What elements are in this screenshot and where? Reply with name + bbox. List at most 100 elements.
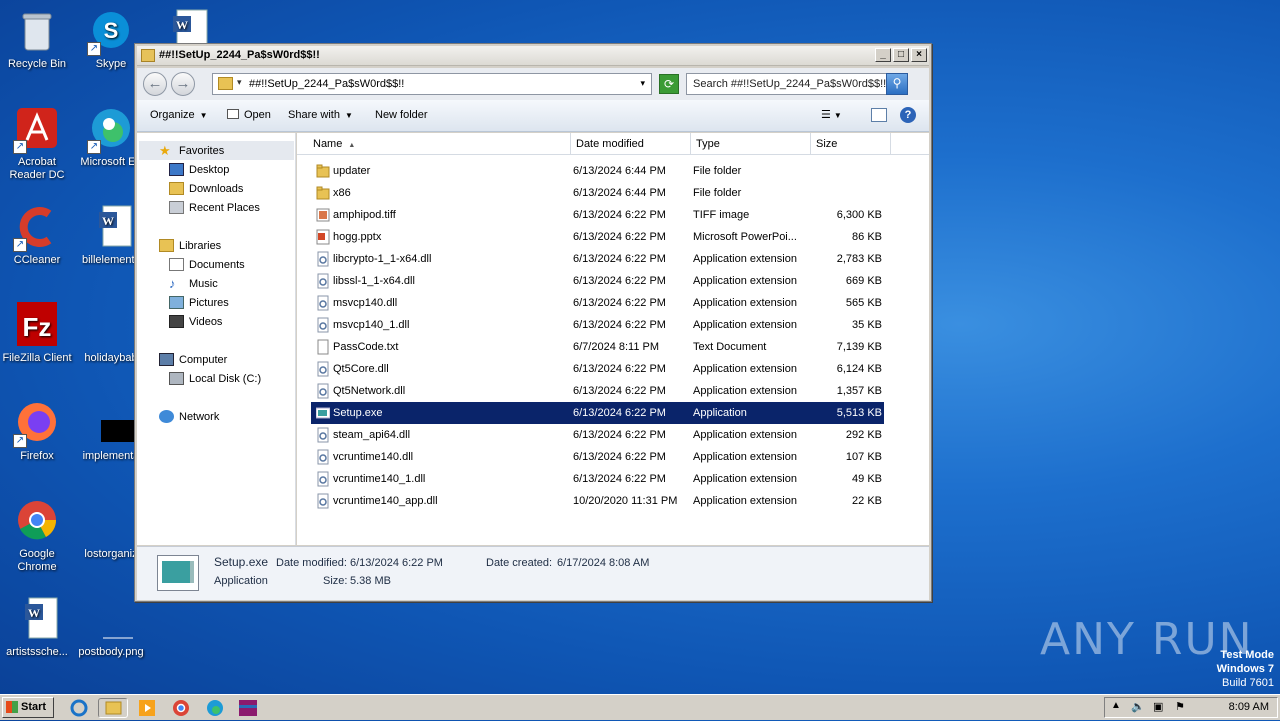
nav-local-disk[interactable]: Local Disk (C:) — [169, 372, 261, 385]
nav-videos[interactable]: Videos — [169, 315, 222, 328]
explorer-window: ##!!SetUp_2244_Pa$sW0rd$$!! _ □ × ← → ▾ … — [134, 43, 932, 602]
title-bar[interactable]: ##!!SetUp_2244_Pa$sW0rd$$!! _ □ × — [137, 46, 929, 66]
file-row[interactable]: steam_api64.dll 6/13/2024 6:22 PM Applicat… — [311, 424, 884, 446]
file-type: Application extension — [693, 473, 797, 485]
nav-libraries[interactable]: Libraries — [159, 239, 221, 252]
test-mode-watermark: Test Mode Windows 7 Build 7601 — [1216, 649, 1274, 689]
nav-recent-places[interactable]: Recent Places — [169, 201, 260, 214]
refresh-button[interactable]: ⟳ — [659, 74, 679, 94]
firefox-icon[interactable]: ↗ Firefox — [0, 400, 74, 463]
address-dropdown-icon[interactable]: ▾ — [640, 78, 645, 89]
word-doc-icon[interactable]: W artistssche... — [0, 596, 74, 659]
share-with-button[interactable]: Share with ▼ — [288, 109, 353, 121]
file-row[interactable]: msvcp140.dll 6/13/2024 6:22 PM Application… — [311, 292, 884, 314]
file-row[interactable]: amphipod.tiff 6/13/2024 6:22 PM TIFF image… — [311, 204, 884, 226]
file-row[interactable]: libcrypto-1_1-x64.dll 6/13/2024 6:22 PM Ap… — [311, 248, 884, 270]
dll-file-icon — [316, 317, 330, 333]
address-input[interactable]: ▾ ##!!SetUp_2244_Pa$sW0rd$$!! ▾ — [212, 73, 652, 95]
details-size-value: 5.38 MB — [350, 575, 391, 587]
view-options-icon[interactable]: ☰ ▼ — [821, 108, 842, 121]
nav-music[interactable]: ♪ Music — [169, 277, 218, 290]
clock[interactable]: 8:09 AM — [1229, 701, 1269, 713]
search-placeholder: Search ##!!SetUp_2244_Pa$sW0rd$$!! — [693, 78, 887, 90]
start-button[interactable]: Start — [2, 697, 54, 718]
google-chrome-icon[interactable]: Google Chrome — [0, 498, 74, 574]
nav-network[interactable]: Network — [159, 410, 219, 423]
file-date-modified: 6/13/2024 6:22 PM — [573, 385, 666, 397]
organize-button[interactable]: Organize ▼ — [150, 109, 208, 121]
search-icon[interactable]: ⚲ — [886, 73, 908, 95]
file-date-modified: 6/13/2024 6:22 PM — [573, 209, 666, 221]
volume-icon[interactable]: 🔈 — [1131, 700, 1145, 713]
file-row[interactable]: x86 6/13/2024 6:44 PM File folder — [311, 182, 884, 204]
column-name[interactable]: Name ▲ — [297, 133, 571, 155]
chevron-down-icon[interactable]: ▾ — [237, 77, 242, 88]
help-icon[interactable]: ? — [900, 107, 916, 123]
ccleaner-icon[interactable]: ↗ CCleaner — [0, 204, 74, 267]
forward-button[interactable]: → — [171, 72, 195, 96]
file-row[interactable]: updater 6/13/2024 6:44 PM File folder — [311, 160, 884, 182]
file-row[interactable]: Setup.exe 6/13/2024 6:22 PM Application 5,5… — [311, 402, 884, 424]
nav-pictures[interactable]: Pictures — [169, 296, 229, 309]
file-row[interactable]: Qt5Core.dll 6/13/2024 6:22 PM Application … — [311, 358, 884, 380]
file-row[interactable]: msvcp140_1.dll 6/13/2024 6:22 PM Applicati… — [311, 314, 884, 336]
explorer-taskbar-icon[interactable] — [98, 698, 128, 718]
column-type[interactable]: Type — [691, 133, 811, 155]
windows-logo-icon — [6, 701, 18, 713]
file-type: Application extension — [693, 429, 797, 441]
folder-icon — [218, 77, 233, 90]
file-row[interactable]: Qt5Network.dll 6/13/2024 6:22 PM Applicati… — [311, 380, 884, 402]
nav-favorites[interactable]: ★ Favorites — [159, 144, 224, 157]
winrar-icon[interactable] — [236, 698, 258, 718]
file-row[interactable]: vcruntime140.dll 6/13/2024 6:22 PM Applica… — [311, 446, 884, 468]
recycle-bin-icon[interactable]: Recycle Bin — [0, 8, 74, 71]
details-created-value: 6/17/2024 8:08 AM — [557, 557, 650, 569]
file-row[interactable]: PassCode.txt 6/7/2024 8:11 PM Text Documen… — [311, 336, 884, 358]
new-folder-button[interactable]: New folder — [375, 109, 428, 121]
png-file-icon[interactable]: postbody.png — [74, 596, 148, 659]
network-tray-icon[interactable]: ▣ — [1153, 700, 1163, 713]
dll-file-icon — [316, 273, 330, 289]
file-row[interactable]: vcruntime140_1.dll 6/13/2024 6:22 PM Appli… — [311, 468, 884, 490]
column-size[interactable]: Size — [811, 133, 891, 155]
file-row[interactable]: libssl-1_1-x64.dll 6/13/2024 6:22 PM Appli… — [311, 270, 884, 292]
file-row[interactable]: vcruntime140_app.dll 10/20/2020 11:31 PM A… — [311, 490, 884, 512]
nav-documents[interactable]: Documents — [169, 258, 245, 271]
file-type: TIFF image — [693, 209, 750, 221]
svg-text:W: W — [28, 606, 40, 620]
file-row[interactable]: hogg.pptx 6/13/2024 6:22 PM Microsoft Powe… — [311, 226, 884, 248]
acrobat-reader-icon[interactable]: ↗ Acrobat Reader DC — [0, 106, 74, 182]
music-icon: ♪ — [169, 276, 176, 291]
file-name: Qt5Core.dll — [333, 363, 389, 375]
details-modified-label: Date modified: — [276, 557, 347, 569]
file-name: vcruntime140.dll — [333, 451, 414, 463]
maximize-button[interactable]: □ — [893, 48, 909, 62]
filezilla-icon[interactable]: Fz FileZilla Client — [0, 302, 74, 365]
nav-computer[interactable]: Computer — [159, 353, 227, 366]
svg-text:S: S — [104, 18, 119, 43]
file-type: Application extension — [693, 297, 797, 309]
back-button[interactable]: ← — [143, 72, 167, 96]
nav-downloads[interactable]: Downloads — [169, 182, 243, 195]
action-center-flag-icon[interactable]: ⚑ — [1175, 700, 1185, 713]
internet-explorer-icon[interactable] — [68, 698, 90, 718]
column-date-modified[interactable]: Date modified — [571, 133, 691, 155]
media-player-icon[interactable] — [136, 698, 158, 718]
svg-text:W: W — [176, 18, 188, 32]
file-date-modified: 6/13/2024 6:22 PM — [573, 473, 666, 485]
chrome-icon[interactable] — [170, 698, 192, 718]
search-input[interactable]: Search ##!!SetUp_2244_Pa$sW0rd$$!! ⚲ — [686, 73, 908, 95]
address-text: ##!!SetUp_2244_Pa$sW0rd$$!! — [249, 78, 405, 90]
dll-file-icon — [316, 471, 330, 487]
open-button[interactable]: Open — [227, 109, 271, 121]
folder-icon — [141, 49, 155, 62]
show-hidden-icons-icon[interactable]: ▲ — [1111, 700, 1121, 711]
minimize-button[interactable]: _ — [875, 48, 891, 62]
nav-desktop[interactable]: Desktop — [169, 163, 229, 176]
dll-file-icon — [316, 251, 330, 267]
preview-pane-icon[interactable] — [871, 108, 887, 122]
details-size-label: Size: — [323, 575, 348, 587]
edge-icon[interactable] — [204, 698, 226, 718]
close-button[interactable]: × — [911, 48, 927, 62]
sort-ascending-icon: ▲ — [348, 142, 356, 149]
